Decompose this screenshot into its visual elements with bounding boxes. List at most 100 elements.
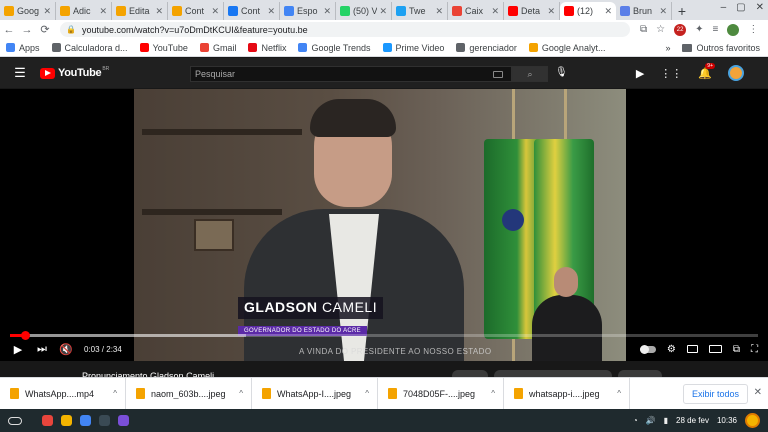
download-item[interactable]: WhatsApp-I....jpeg ^ — [252, 377, 378, 410]
close-icon[interactable]: ✕ — [754, 387, 762, 398]
account-avatar[interactable] — [728, 65, 744, 81]
system-tray[interactable]: ◔ 🔊 ▮ 28 de fev 10:36 — [633, 409, 760, 432]
theater-mode-icon[interactable] — [708, 345, 722, 353]
taskbar-app-icon[interactable] — [42, 415, 53, 426]
header-actions: ▶ ⋮⋮ 🔔 9+ — [636, 62, 744, 81]
notifications-bell-icon[interactable]: 🔔 9+ — [698, 62, 715, 80]
bookmarks-overflow-icon[interactable]: » — [665, 43, 670, 53]
puzzle-icon[interactable]: ✦ — [695, 24, 703, 35]
other-bookmarks[interactable]: Outros favoritos — [696, 43, 760, 53]
settings-gear-icon[interactable]: ⚙ — [667, 344, 676, 355]
browser-tab[interactable]: Caix ✕ — [448, 2, 504, 20]
menu-dots-icon[interactable]: ⋮ — [748, 24, 758, 35]
browser-tab[interactable]: Adic ✕ — [56, 2, 112, 20]
chevron-up-icon[interactable]: ^ — [491, 389, 495, 398]
video-player[interactable]: GLADSON CAMELI GOVERNADOR DO ESTADO DO A… — [0, 89, 768, 361]
browser-tab[interactable]: Edita ✕ — [112, 2, 168, 20]
taskbar-app-icon[interactable] — [99, 415, 110, 426]
bookmark-item[interactable]: Apps — [6, 43, 40, 53]
play-icon[interactable]: ▶ — [6, 343, 30, 356]
cast-icon[interactable]: ⧉ — [733, 344, 740, 355]
download-item[interactable]: WhatsApp....mp4 ^ — [0, 377, 126, 410]
browser-tab[interactable]: (12) ✕ — [560, 2, 616, 20]
chevron-up-icon[interactable]: ^ — [239, 389, 243, 398]
bookmark-item[interactable]: Calculadora d... — [51, 43, 128, 53]
miniplayer-icon[interactable] — [686, 345, 698, 353]
bookmark-item[interactable]: YouTube — [139, 43, 188, 53]
microphone-icon[interactable]: 🎙 — [555, 67, 568, 78]
tab-close-icon[interactable]: ✕ — [659, 6, 667, 17]
hamburger-menu-icon[interactable]: ☰ — [0, 65, 40, 81]
tab-close-icon[interactable]: ✕ — [99, 6, 107, 17]
tab-title: Cont — [185, 6, 205, 16]
new-tab-button[interactable]: + — [672, 2, 692, 20]
bookmark-item[interactable]: Google Analyt... — [528, 43, 605, 53]
tab-close-icon[interactable]: ✕ — [211, 6, 219, 17]
apps-grid-icon[interactable]: ⋮⋮ — [660, 67, 682, 80]
queue-icon[interactable]: ≡ — [713, 24, 719, 35]
browser-tab[interactable]: Espo ✕ — [280, 2, 336, 20]
browser-tab[interactable]: Brun ✕ — [616, 2, 672, 20]
taskbar-app-icon[interactable] — [80, 415, 91, 426]
taskbar-app-icon[interactable] — [118, 415, 129, 426]
bookmark-item[interactable]: Gmail — [199, 43, 236, 53]
forward-icon[interactable]: → — [18, 24, 36, 36]
video-frame[interactable]: GLADSON CAMELI GOVERNADOR DO ESTADO DO A… — [134, 89, 626, 361]
bookmark-label: Netflix — [261, 42, 287, 53]
chevron-up-icon[interactable]: ^ — [617, 389, 621, 398]
reload-icon[interactable]: ⟳ — [36, 23, 54, 36]
profile-avatar[interactable] — [727, 23, 740, 36]
keyboard-icon[interactable] — [493, 71, 503, 78]
user-avatar[interactable] — [745, 413, 760, 428]
tab-close-icon[interactable]: ✕ — [604, 6, 612, 17]
chevron-up-icon[interactable]: ^ — [113, 389, 117, 398]
download-item[interactable]: naom_603b....jpeg ^ — [126, 377, 252, 410]
taskbar-app-icon[interactable] — [61, 415, 72, 426]
tab-close-icon[interactable]: ✕ — [379, 6, 387, 17]
autoplay-toggle[interactable] — [639, 344, 656, 354]
browser-tab[interactable]: Cont ✕ — [224, 2, 280, 20]
progress-bar[interactable] — [10, 331, 758, 340]
browser-tab[interactable]: Twe ✕ — [392, 2, 448, 20]
tab-close-icon[interactable]: ✕ — [435, 6, 443, 17]
minimize-icon[interactable]: – — [721, 2, 727, 13]
fullscreen-icon[interactable]: ⛶ — [751, 344, 758, 355]
chevron-up-icon[interactable]: ^ — [365, 389, 369, 398]
address-bar[interactable]: 🔒 youtube.com/watch?v=u7oDmDtKCUI&featur… — [60, 22, 630, 37]
tab-close-icon[interactable]: ✕ — [547, 6, 555, 17]
tab-close-icon[interactable]: ✕ — [43, 6, 51, 17]
browser-tab[interactable]: (50) V ✕ — [336, 2, 392, 20]
tab-favicon-icon — [172, 6, 182, 16]
browser-tab[interactable]: Goog ✕ — [0, 2, 56, 20]
lower-third: GLADSON CAMELI GOVERNADOR DO ESTADO DO A… — [238, 297, 384, 337]
search-input[interactable]: Pesquisar — [190, 66, 512, 82]
create-video-icon[interactable]: ▶ — [636, 67, 644, 80]
tab-close-icon[interactable]: ✕ — [267, 6, 275, 17]
mute-icon[interactable]: 🔇 — [54, 343, 78, 356]
close-window-icon[interactable]: ✕ — [756, 2, 764, 13]
cast-icon[interactable]: ⧉ — [640, 24, 647, 35]
tab-close-icon[interactable]: ✕ — [155, 6, 163, 17]
download-item[interactable]: whatsapp-i....jpeg ^ — [504, 377, 630, 410]
youtube-logo[interactable]: YouTube BR — [40, 66, 109, 79]
back-icon[interactable]: ← — [0, 24, 18, 36]
launcher-icon[interactable] — [8, 416, 22, 425]
search-button[interactable]: ⌕ — [512, 66, 548, 82]
next-icon[interactable]: ⏭ — [30, 343, 54, 356]
browser-tab[interactable]: Deta ✕ — [504, 2, 560, 20]
bookmark-label: Google Trends — [311, 42, 371, 53]
browser-tab[interactable]: Cont ✕ — [168, 2, 224, 20]
maximize-icon[interactable]: ▢ — [736, 2, 745, 13]
tab-close-icon[interactable]: ✕ — [491, 6, 499, 17]
tab-close-icon[interactable]: ✕ — [323, 6, 331, 17]
star-icon[interactable]: ☆ — [656, 24, 665, 35]
bookmark-item[interactable]: gerenciador — [456, 43, 517, 53]
download-item[interactable]: 7048D05F-....jpeg ^ — [378, 377, 504, 410]
bookmark-item[interactable]: Google Trends — [298, 42, 371, 53]
extension-badge[interactable]: 22 — [674, 23, 687, 36]
show-all-downloads-button[interactable]: Exibir todos — [682, 384, 748, 404]
bookmark-item[interactable]: Prime Video — [382, 43, 444, 53]
download-filename: naom_603b....jpeg — [151, 388, 226, 399]
bookmark-item[interactable]: Netflix — [248, 43, 286, 53]
video-picture-frame — [194, 219, 234, 251]
